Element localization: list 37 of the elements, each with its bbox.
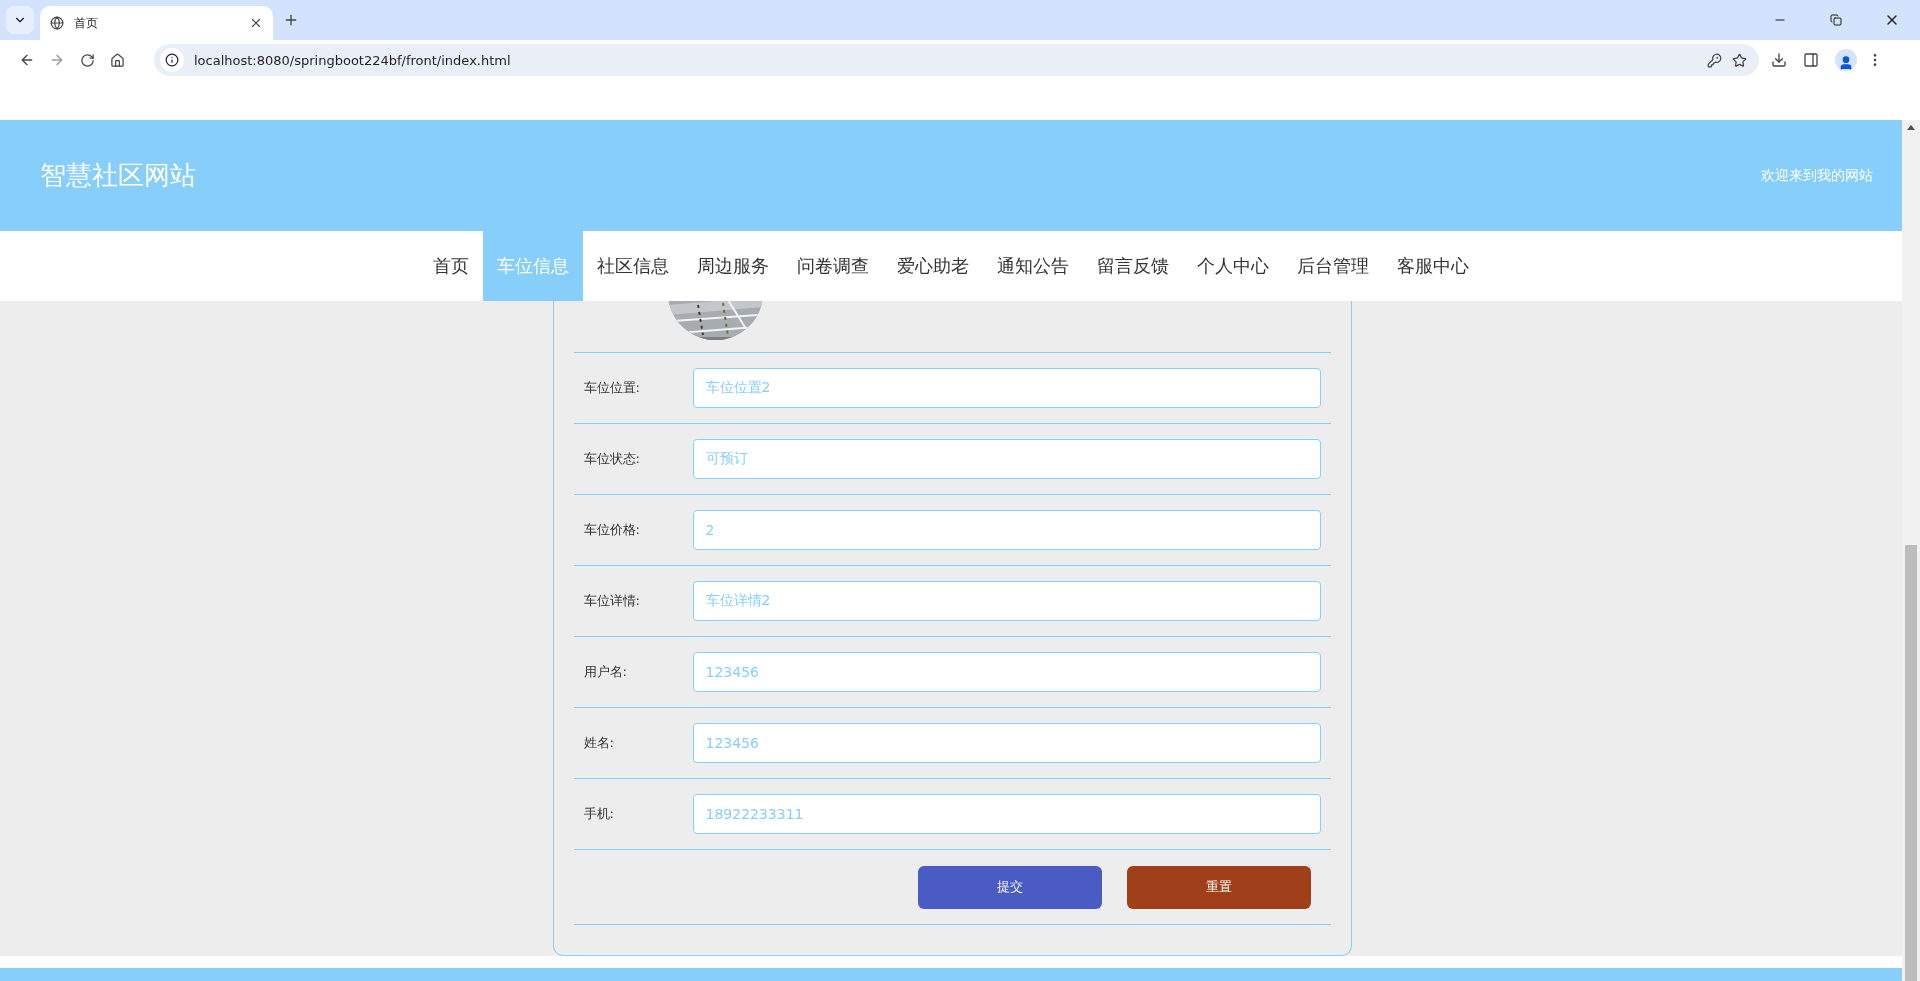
field-label: 手机: <box>583 805 615 823</box>
globe-icon <box>50 16 64 30</box>
scroll-thumb[interactable] <box>1905 545 1917 981</box>
scroll-up-icon[interactable] <box>1907 125 1915 130</box>
tab-title: 首页 <box>74 14 99 32</box>
field-label: 用户名: <box>583 663 628 681</box>
field-label: 车位状态: <box>583 450 641 468</box>
download-icon[interactable] <box>1771 52 1787 68</box>
nav-item[interactable]: 问卷调查 <box>783 231 883 301</box>
field-label: 车位价格: <box>583 521 641 539</box>
submit-button[interactable]: 提交 <box>917 865 1102 909</box>
nav-item[interactable]: 社区信息 <box>583 231 683 301</box>
reset-button[interactable]: 重置 <box>1126 865 1311 909</box>
url-text: localhost:8080/springboot224bf/front/index.html <box>194 52 512 68</box>
welcome-text: 欢迎来到我的网站 <box>1761 166 1873 185</box>
nav-item[interactable]: 留言反馈 <box>1083 231 1183 301</box>
close-icon[interactable] <box>249 16 263 30</box>
side-panel-icon[interactable] <box>1803 52 1819 68</box>
field-label: 车位详情: <box>583 592 641 610</box>
nav-item[interactable]: 客服中心 <box>1383 231 1483 301</box>
nav-item[interactable]: 个人中心 <box>1183 231 1283 301</box>
nav-item[interactable]: 后台管理 <box>1283 231 1383 301</box>
nav-item[interactable]: 周边服务 <box>683 231 783 301</box>
site-title: 智慧社区网站 <box>40 159 196 192</box>
address-bar[interactable]: localhost:8080/springboot224bf/front/index.html <box>154 44 1759 76</box>
field-label: 车位位置: <box>583 379 641 397</box>
nav-item[interactable]: 爱心助老 <box>883 231 983 301</box>
nav-item[interactable]: 首页 <box>419 231 483 301</box>
key-icon[interactable] <box>1707 52 1722 68</box>
nav-item[interactable]: 通知公告 <box>983 231 1083 301</box>
star-icon[interactable] <box>1732 52 1747 68</box>
info-icon[interactable] <box>160 48 184 72</box>
field-label: 姓名: <box>583 734 615 752</box>
scrollbar[interactable] <box>1902 120 1920 981</box>
profile-icon[interactable] <box>1835 49 1857 71</box>
new-tab-icon[interactable] <box>283 12 299 28</box>
browser-tab[interactable]: 首页 <box>40 6 273 40</box>
